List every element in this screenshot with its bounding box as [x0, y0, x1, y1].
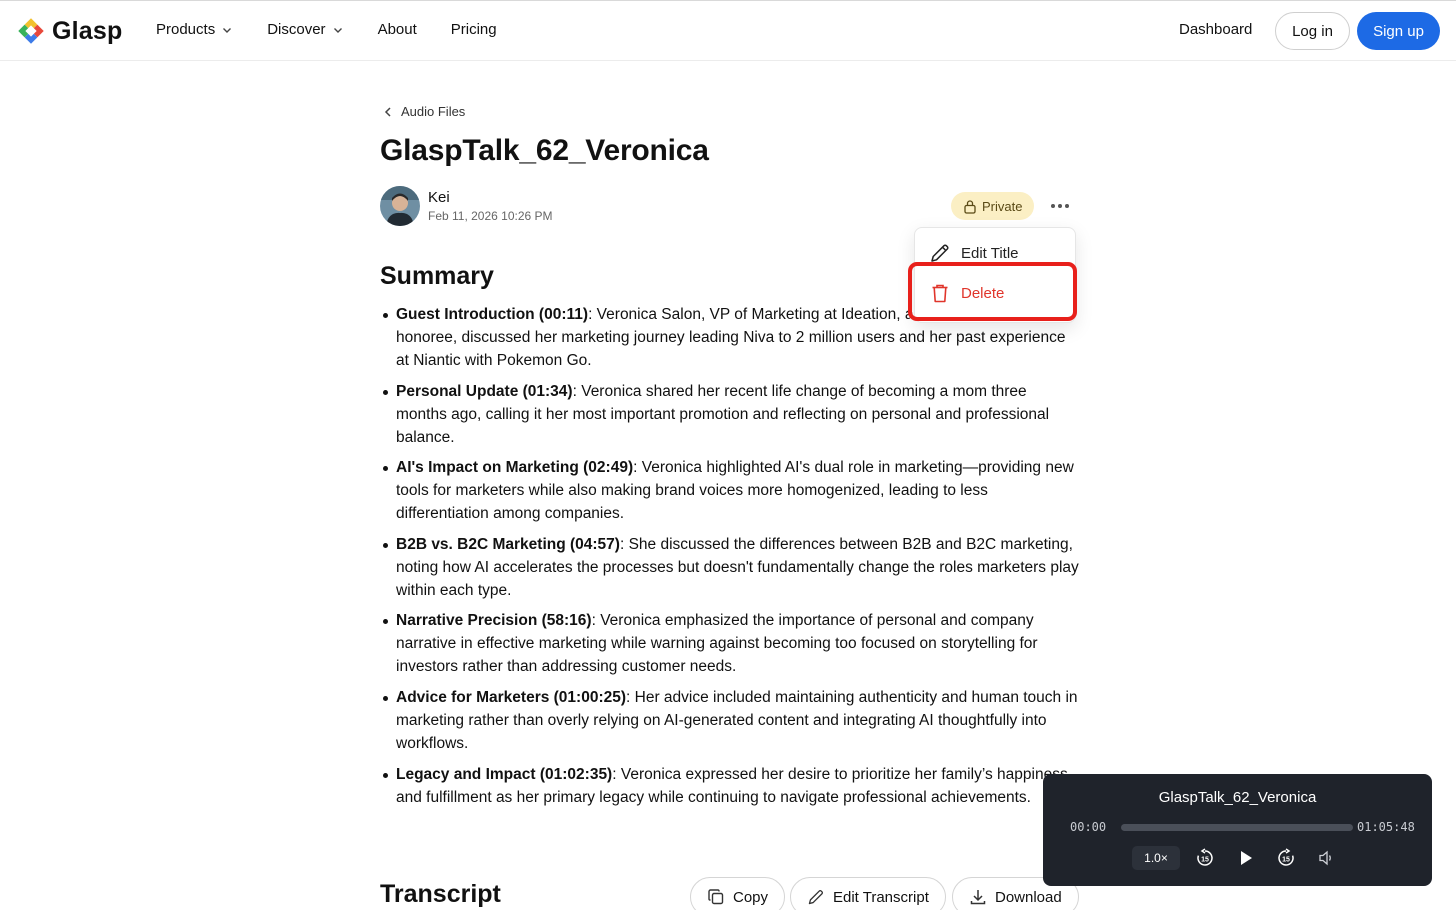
rewind-15-button[interactable]: 15 — [1194, 847, 1216, 869]
chevron-left-icon — [384, 106, 391, 117]
nav-pricing-label: Pricing — [450, 21, 497, 38]
post-date: Feb 11, 2026 10:26 PM — [428, 209, 553, 223]
edit-transcript-label: Edit Transcript — [833, 888, 929, 906]
nav-about[interactable]: About — [378, 21, 417, 38]
summary-list: Guest Introduction (00:11): Veronica Sal… — [380, 303, 1080, 816]
lock-icon — [964, 199, 976, 214]
play-button[interactable] — [1235, 847, 1257, 869]
summary-heading: Summary — [380, 262, 494, 290]
summary-item-title: B2B vs. B2C Marketing (04:57) — [396, 535, 620, 553]
breadcrumb[interactable]: Audio Files — [383, 104, 465, 119]
forward-15-icon: 15 — [1278, 848, 1294, 866]
author-info: Kei Feb 11, 2026 10:26 PM — [380, 186, 553, 226]
dashboard-link[interactable]: Dashboard — [1179, 21, 1252, 38]
chevron-down-icon — [223, 27, 232, 33]
progress-slider[interactable] — [1121, 824, 1353, 831]
summary-item-title: Personal Update (01:34) — [396, 382, 573, 400]
list-item: B2B vs. B2C Marketing (04:57): She discu… — [380, 533, 1080, 602]
glasp-logo-icon — [18, 18, 44, 44]
volume-button[interactable] — [1316, 847, 1338, 869]
edit-transcript-button[interactable]: Edit Transcript — [790, 877, 946, 910]
pencil-icon — [808, 889, 824, 905]
summary-item-title: Advice for Marketers (01:00:25) — [396, 688, 627, 706]
volume-icon — [1319, 850, 1331, 866]
copy-button[interactable]: Copy — [690, 877, 786, 910]
login-button[interactable]: Log in — [1275, 12, 1350, 50]
signup-button[interactable]: Sign up — [1357, 12, 1440, 50]
avatar[interactable] — [380, 186, 420, 226]
breadcrumb-label: Audio Files — [401, 104, 466, 119]
delete-highlight-outline — [908, 262, 1077, 321]
top-navigation-bar: Glasp Products Discover About Pricing Da… — [0, 0, 1456, 61]
summary-item-title: Guest Introduction (00:11) — [396, 306, 589, 323]
summary-item-title: AI's Impact on Marketing (02:49) — [396, 459, 634, 477]
visibility-label: Private — [982, 198, 1023, 214]
page-title: GlaspTalk_62_Veronica — [380, 134, 709, 167]
more-dot — [1065, 204, 1069, 208]
forward-15-button[interactable]: 15 — [1275, 847, 1297, 869]
rewind-15-icon: 15 — [1197, 848, 1213, 866]
summary-item-title: Legacy and Impact (01:02:35) — [396, 765, 613, 783]
nav-about-label: About — [377, 21, 417, 38]
nav-discover[interactable]: Discover — [267, 21, 343, 38]
audio-player: GlaspTalk_62_Veronica 00:00 01:05:48 1.0… — [1043, 774, 1432, 886]
list-item: Personal Update (01:34): Veronica shared… — [380, 380, 1080, 449]
copy-icon — [708, 889, 724, 905]
nav-discover-label: Discover — [267, 21, 326, 38]
more-dot — [1058, 204, 1062, 208]
menu-edit-label: Edit Title — [961, 244, 1019, 262]
more-dot — [1051, 204, 1055, 208]
player-title: GlaspTalk_62_Veronica — [1158, 789, 1317, 806]
brand-name: Glasp — [52, 16, 123, 45]
nav-pricing[interactable]: Pricing — [451, 21, 497, 38]
download-label: Download — [995, 888, 1062, 906]
visibility-badge[interactable]: Private — [951, 192, 1035, 220]
svg-text:15: 15 — [1201, 857, 1209, 864]
duration: 01:05:48 — [1357, 820, 1415, 834]
transcript-heading: Transcript — [380, 880, 501, 908]
list-item: Narrative Precision (58:16): Veronica em… — [380, 609, 1080, 678]
more-options-button[interactable] — [1046, 194, 1074, 218]
brand-logo[interactable]: Glasp — [16, 16, 122, 46]
current-time: 00:00 — [1070, 820, 1107, 834]
playback-speed-button[interactable]: 1.0× — [1132, 846, 1180, 870]
list-item: Legacy and Impact (01:02:35): Veronica e… — [380, 763, 1080, 809]
pencil-icon — [931, 244, 949, 262]
svg-text:15: 15 — [1282, 857, 1290, 864]
nav-products[interactable]: Products — [156, 21, 233, 38]
nav-products-label: Products — [156, 21, 216, 38]
copy-label: Copy — [733, 888, 769, 906]
summary-item-title: Narrative Precision (58:16) — [396, 612, 592, 630]
list-item: Advice for Marketers (01:00:25): Her adv… — [380, 686, 1080, 755]
chevron-down-icon — [333, 27, 342, 33]
author-name[interactable]: Kei — [428, 188, 553, 208]
play-icon — [1241, 851, 1252, 865]
main-nav: Products Discover About Pricing — [156, 21, 531, 38]
list-item: AI's Impact on Marketing (02:49): Veroni… — [380, 456, 1080, 525]
download-icon — [970, 890, 986, 905]
